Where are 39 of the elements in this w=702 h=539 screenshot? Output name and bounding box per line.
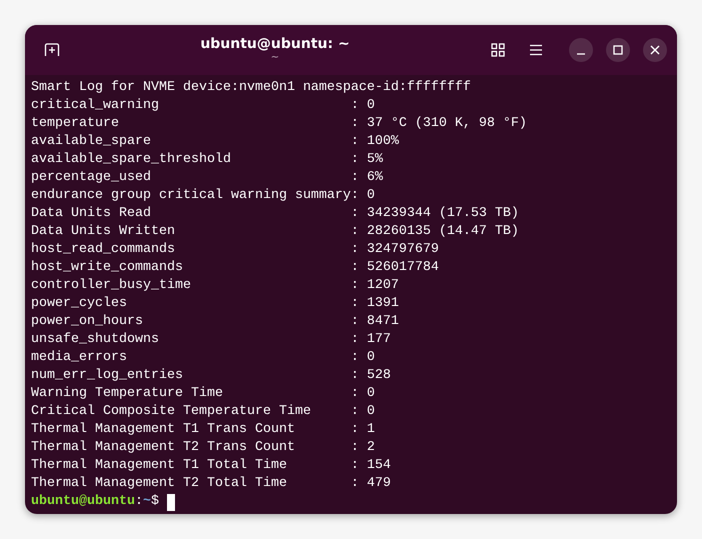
close-icon (650, 45, 660, 55)
output-line: num_err_log_entries : 528 (31, 367, 392, 385)
output-line: media_errors : 0 (31, 349, 376, 367)
output-line: endurance group critical warning summary: 0 (31, 187, 376, 205)
output-line: percentage_used : 6% (31, 169, 384, 187)
output-line: Thermal Management T1 Total Time : 154 (31, 457, 392, 475)
prompt-path: ~ (142, 493, 151, 511)
output-line: available_spare : 100% (31, 133, 400, 151)
prompt-separator: : (134, 493, 143, 511)
window-subtitle: ~ (270, 52, 280, 64)
output-line: unsafe_shutdowns : 177 (31, 331, 392, 349)
close-button[interactable] (643, 38, 667, 62)
output-line: power_on_hours : 8471 (31, 313, 400, 331)
output-line: host_write_commands : 526017784 (31, 259, 440, 277)
new-tab-icon (44, 42, 60, 58)
text-cursor (166, 494, 175, 510)
prompt-symbol: $ (150, 493, 159, 511)
menu-icon (529, 44, 543, 56)
output-line: available_spare_threshold : 5% (31, 151, 384, 169)
output-line: Thermal Management T1 Trans Count : 1 (31, 421, 376, 439)
output-line: critical_warning : 0 (31, 97, 376, 115)
output-line: power_cycles : 1391 (31, 295, 400, 313)
prompt-user-host: ubuntu@ubuntu (31, 493, 135, 511)
output-line: Smart Log for NVME device:nvme0n1 namespace-id:ffffffff (31, 79, 472, 97)
output-line: controller_busy_time : 1207 (31, 277, 400, 295)
minimize-button[interactable] (569, 38, 593, 62)
output-line: host_read_commands : 324797679 (31, 241, 440, 259)
grid-icon (491, 43, 505, 57)
output-line: Thermal Management T2 Total Time : 479 (31, 475, 392, 493)
output-line: temperature : 37 °C (310 K, 98 °F) (31, 115, 528, 133)
output-line: Critical Composite Temperature Time : 0 (31, 403, 376, 421)
output-line: Thermal Management T2 Trans Count : 2 (31, 439, 376, 457)
maximize-icon (613, 45, 623, 55)
minimize-icon (576, 53, 586, 55)
output-line: Data Units Read : 34239344 (17.53 TB) (31, 205, 520, 223)
output-line: Data Units Written : 28260135 (14.47 TB) (31, 223, 520, 241)
maximize-button[interactable] (606, 38, 630, 62)
window-title: ubuntu@ubuntu: ~ (199, 36, 351, 52)
output-line: Warning Temperature Time : 0 (31, 385, 376, 403)
